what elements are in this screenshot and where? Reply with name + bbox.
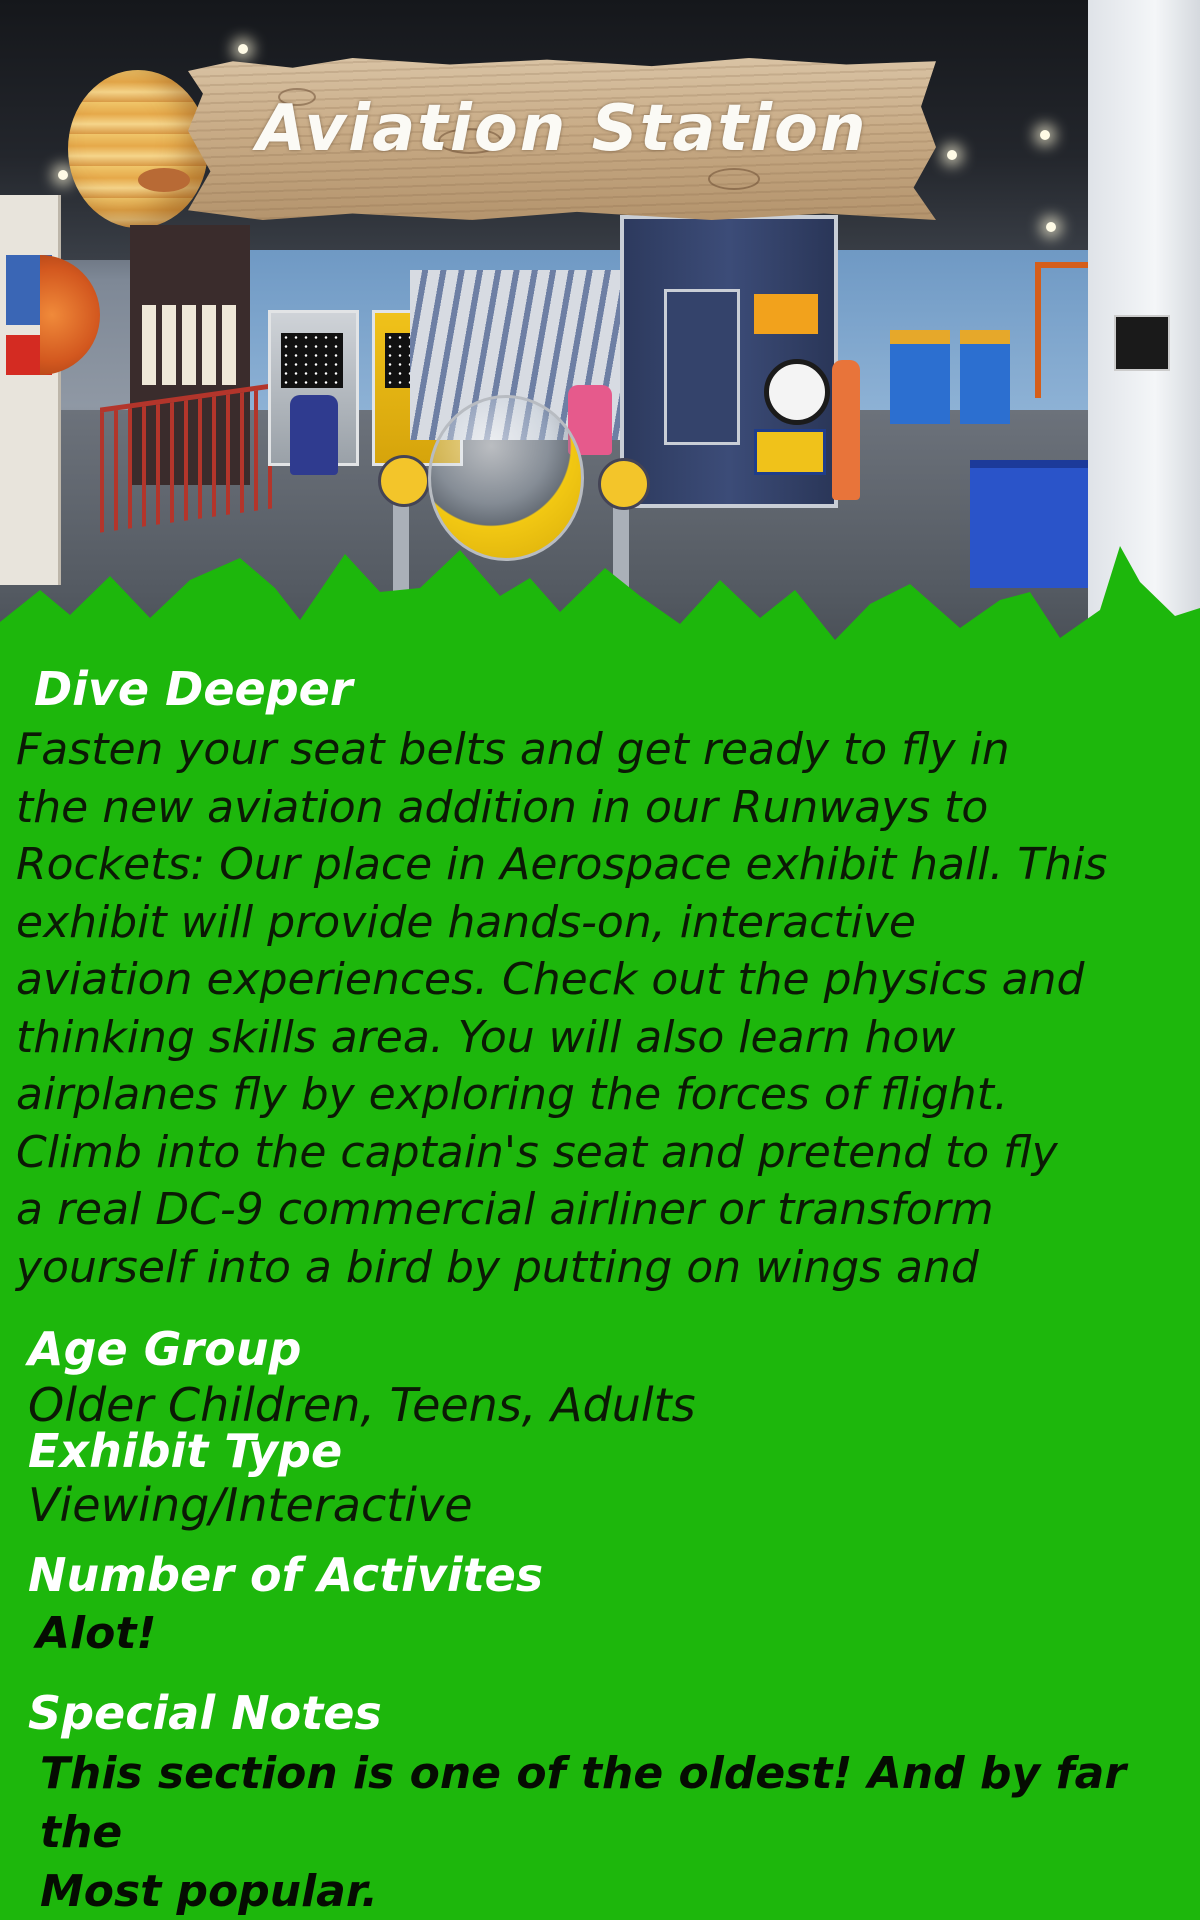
special-notes-text: This section is one of the oldest! And b…	[40, 1744, 1200, 1920]
red-railing	[100, 382, 280, 533]
text-line: Climb into the captain's seat and preten…	[16, 1126, 1058, 1178]
text-line: aviation experiences. Check out the phys…	[16, 954, 1085, 1005]
play-house	[960, 330, 1010, 424]
page-title: Aviation Station	[256, 92, 868, 166]
ceiling-light	[238, 44, 248, 54]
space-capsule-exhibit	[620, 215, 838, 508]
text-line: thinking skills area. You will also lear…	[16, 1011, 956, 1063]
text-line: airplanes fly by exploring the forces of…	[16, 1069, 1008, 1120]
moon-exhibit-panel	[0, 195, 61, 585]
text-line: the new aviation addition in our Runways…	[16, 781, 989, 833]
gyroscope-sphere	[428, 395, 584, 561]
info-placard	[1114, 315, 1170, 371]
special-notes-heading: Special Notes	[28, 1686, 382, 1740]
exhibit-page: Aviation Station Dive Deeper Fasten your…	[0, 0, 1200, 1920]
dive-deeper-heading: Dive Deeper	[34, 662, 353, 716]
play-house	[890, 330, 950, 424]
exhibit-type-heading: Exhibit Type	[28, 1424, 343, 1478]
ceiling-light	[1040, 130, 1050, 140]
white-pillar	[1088, 0, 1200, 620]
text-line: This section is one of the oldest! And b…	[40, 1748, 1127, 1858]
jupiter-model	[68, 70, 208, 228]
text-line: yourself into a bird by putting on wings…	[16, 1241, 979, 1293]
exhibit-type-value: Viewing/Interactive	[28, 1478, 473, 1532]
dive-deeper-text: Fasten your seat belts and get ready to …	[16, 721, 1200, 1296]
text-line: a real DC-9 commercial airliner or trans…	[16, 1184, 994, 1235]
mars-model	[40, 255, 100, 375]
text-line: Most popular.	[40, 1866, 379, 1917]
activities-heading: Number of Activites	[28, 1548, 544, 1602]
ceiling-light	[1046, 222, 1056, 232]
activities-value: Alot!	[36, 1608, 157, 1659]
visitor	[290, 395, 338, 475]
text-line: exhibit will provide hands-on, interacti…	[16, 896, 916, 948]
age-group-heading: Age Group	[28, 1322, 302, 1376]
ceiling-light	[58, 170, 68, 180]
ceiling-light	[947, 150, 957, 160]
text-line: Fasten your seat belts and get ready to …	[16, 724, 1010, 775]
text-line: Rockets: Our place in Aerospace exhibit …	[16, 839, 1108, 890]
visitor	[832, 360, 860, 500]
